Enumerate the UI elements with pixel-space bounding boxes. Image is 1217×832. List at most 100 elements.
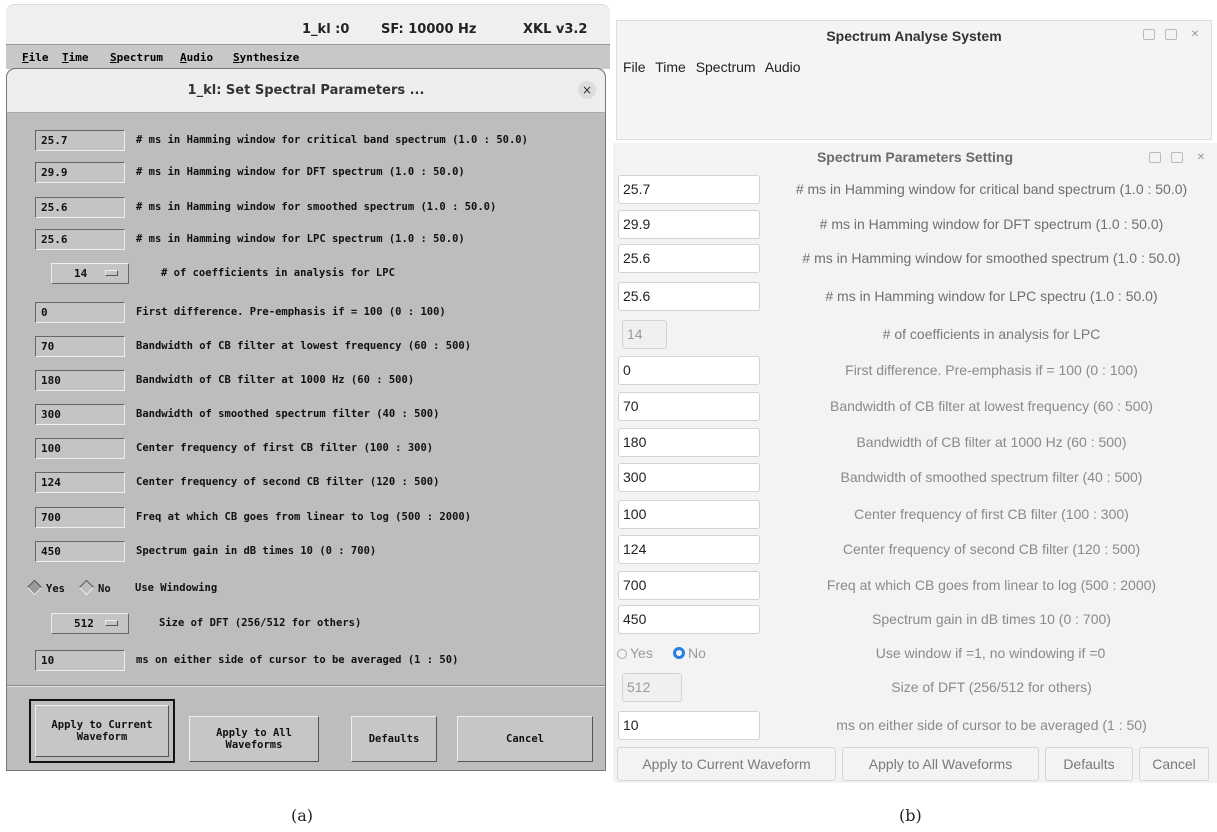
menu-spectrum[interactable]: Spectrum <box>696 59 756 75</box>
param-label: Use window if =1, no windowing if =0 <box>875 645 1106 661</box>
menu-spectrum[interactable]: Spectrum <box>110 51 163 64</box>
cursor-average-input[interactable]: 10 <box>618 711 760 740</box>
windowing-yes-radio[interactable]: Yes <box>26 579 65 596</box>
windowing-no-radio[interactable]: No <box>673 645 706 661</box>
param-row: Yes No Use Windowing <box>26 579 599 601</box>
menu-synthesize[interactable]: Synthesize <box>233 51 299 64</box>
param-label: # ms in Hamming window for smoothed spec… <box>136 201 497 213</box>
param-label: # ms in Hamming window for critical band… <box>136 134 528 146</box>
param-label: # of coefficients in analysis for LPC <box>161 267 395 279</box>
smoothed-bw-input[interactable]: 300 <box>35 404 125 425</box>
apply-all-button[interactable]: Apply to All Waveforms <box>842 747 1039 781</box>
param-label: Center frequency of second CB filter (12… <box>136 476 440 488</box>
cancel-button[interactable]: Cancel <box>457 716 593 762</box>
caption-a: (a) <box>291 806 314 825</box>
linear-to-log-input[interactable]: 700 <box>618 571 760 600</box>
dft-window-input[interactable]: 29.9 <box>35 162 125 183</box>
radio-on-icon <box>673 647 685 659</box>
dft-size-select[interactable]: 512 <box>622 673 682 702</box>
cb-bw-1000-input[interactable]: 180 <box>618 428 760 457</box>
param-label: # ms in Hamming window for DFT spectrum … <box>136 166 465 178</box>
smoothed-bw-input[interactable]: 300 <box>618 463 760 492</box>
cb-window-input[interactable]: 25.7 <box>35 130 125 151</box>
windowing-no-radio[interactable]: No <box>78 579 111 596</box>
maximize-icon[interactable] <box>1165 29 1177 40</box>
param-label: Size of DFT (256/512 for others) <box>159 617 362 629</box>
first-cb-freq-input[interactable]: 100 <box>35 438 125 459</box>
param-label: # of coefficients in analysis for LPC <box>882 326 1101 342</box>
param-label: Freq at which CB goes from linear to log… <box>136 511 472 523</box>
cancel-button[interactable]: Cancel <box>1139 747 1209 781</box>
param-label: Center frequency of first CB filter (100… <box>136 442 434 454</box>
close-icon[interactable]: ✕ <box>1195 152 1207 163</box>
minimize-icon[interactable] <box>1149 152 1161 163</box>
menubar: File Time Spectrum Audio <box>623 59 807 75</box>
smoothed-window-input[interactable]: 25.6 <box>618 244 760 273</box>
cb-bw-lowest-input[interactable]: 70 <box>618 392 760 421</box>
lpc-window-input[interactable]: 25.6 <box>618 282 760 311</box>
radio-off-icon <box>78 579 95 596</box>
windowing-yes-radio[interactable]: Yes <box>617 645 653 661</box>
param-row: 450 Spectrum gain in dB times 10 (0 : 70… <box>618 605 1217 635</box>
lpc-window-input[interactable]: 25.6 <box>35 229 125 250</box>
maximize-icon[interactable] <box>1171 152 1183 163</box>
minimize-icon[interactable] <box>1143 29 1155 40</box>
menu-time[interactable]: Time <box>655 59 686 75</box>
cursor-average-input[interactable]: 10 <box>35 650 125 671</box>
second-cb-freq-input[interactable]: 124 <box>35 472 125 493</box>
close-icon[interactable]: ✕ <box>1189 29 1201 40</box>
radio-label: Yes <box>46 583 65 595</box>
apply-current-button[interactable]: Apply to Current Waveform <box>617 747 836 781</box>
pre-emphasis-input[interactable]: 0 <box>618 356 760 385</box>
spectrum-analyse-window: Spectrum Analyse System ✕ File Time Spec… <box>616 20 1212 140</box>
close-icon[interactable]: × <box>578 81 596 99</box>
menu-audio[interactable]: Audio <box>765 59 801 75</box>
radio-label: No <box>98 583 111 595</box>
sample-rate-label: SF: 10000 Hz <box>381 22 477 37</box>
param-label: # ms in Hamming window for LPC spectru (… <box>825 288 1158 304</box>
lpc-coefficients-select[interactable]: 14 <box>622 320 667 349</box>
apply-current-button[interactable]: Apply to Current Waveform <box>35 705 169 757</box>
param-row: 100 Center frequency of first CB filter … <box>35 438 605 460</box>
dialog-title: Spectrum Parameters Setting <box>816 149 1014 165</box>
menu-file[interactable]: File <box>22 51 49 64</box>
dft-size-select[interactable]: 512 <box>51 613 129 634</box>
param-row: 70 Bandwidth of CB filter at lowest freq… <box>35 336 605 358</box>
option-menu-icon <box>105 270 118 276</box>
param-row: 25.6 # ms in Hamming window for smoothed… <box>35 197 605 219</box>
param-row: 700 Freq at which CB goes from linear to… <box>35 507 605 529</box>
param-row: 450 Spectrum gain in dB times 10 (0 : 70… <box>35 541 605 563</box>
defaults-button[interactable]: Defaults <box>1045 747 1133 781</box>
param-row: 124 Center frequency of second CB filter… <box>35 472 605 494</box>
menu-file[interactable]: File <box>623 59 646 75</box>
cb-window-input[interactable]: 25.7 <box>618 175 760 204</box>
param-label: Freq at which CB goes from linear to log… <box>826 577 1157 593</box>
apply-all-button[interactable]: Apply to All Waveforms <box>189 716 319 762</box>
second-cb-freq-input[interactable]: 124 <box>618 535 760 564</box>
spectrum-gain-input[interactable]: 450 <box>618 605 760 634</box>
radio-label: Yes <box>630 645 653 661</box>
first-cb-freq-input[interactable]: 100 <box>618 500 760 529</box>
radio-on-icon <box>26 579 43 596</box>
window-title: Spectrum Analyse System <box>826 28 1002 44</box>
param-label: Size of DFT (256/512 for others) <box>891 679 1092 695</box>
param-row: 10 ms on either side of cursor to be ave… <box>35 650 605 672</box>
menu-time[interactable]: Time <box>62 51 89 64</box>
divider <box>7 685 605 687</box>
defaults-button[interactable]: Defaults <box>351 716 437 762</box>
menu-audio[interactable]: Audio <box>180 51 213 64</box>
param-row: 300 Bandwidth of smoothed spectrum filte… <box>618 463 1217 493</box>
button-label: Waveform <box>76 731 128 743</box>
cb-bw-lowest-input[interactable]: 70 <box>35 336 125 357</box>
smoothed-window-input[interactable]: 25.6 <box>35 197 125 218</box>
pre-emphasis-input[interactable]: 0 <box>35 302 125 323</box>
param-label: Bandwidth of CB filter at 1000 Hz (60 : … <box>136 374 415 386</box>
linear-to-log-input[interactable]: 700 <box>35 507 125 528</box>
spectrum-gain-input[interactable]: 450 <box>35 541 125 562</box>
param-label: # ms in Hamming window for DFT spectrum … <box>819 216 1164 232</box>
cb-bw-1000-input[interactable]: 180 <box>35 370 125 391</box>
param-row: 0 First difference. Pre-emphasis if = 10… <box>618 356 1217 386</box>
lpc-coefficients-select[interactable]: 14 <box>51 263 129 284</box>
dft-window-input[interactable]: 29.9 <box>618 210 760 239</box>
spectrum-parameters-dialog: Spectrum Parameters Setting ✕ 25.7 # ms … <box>613 143 1217 783</box>
